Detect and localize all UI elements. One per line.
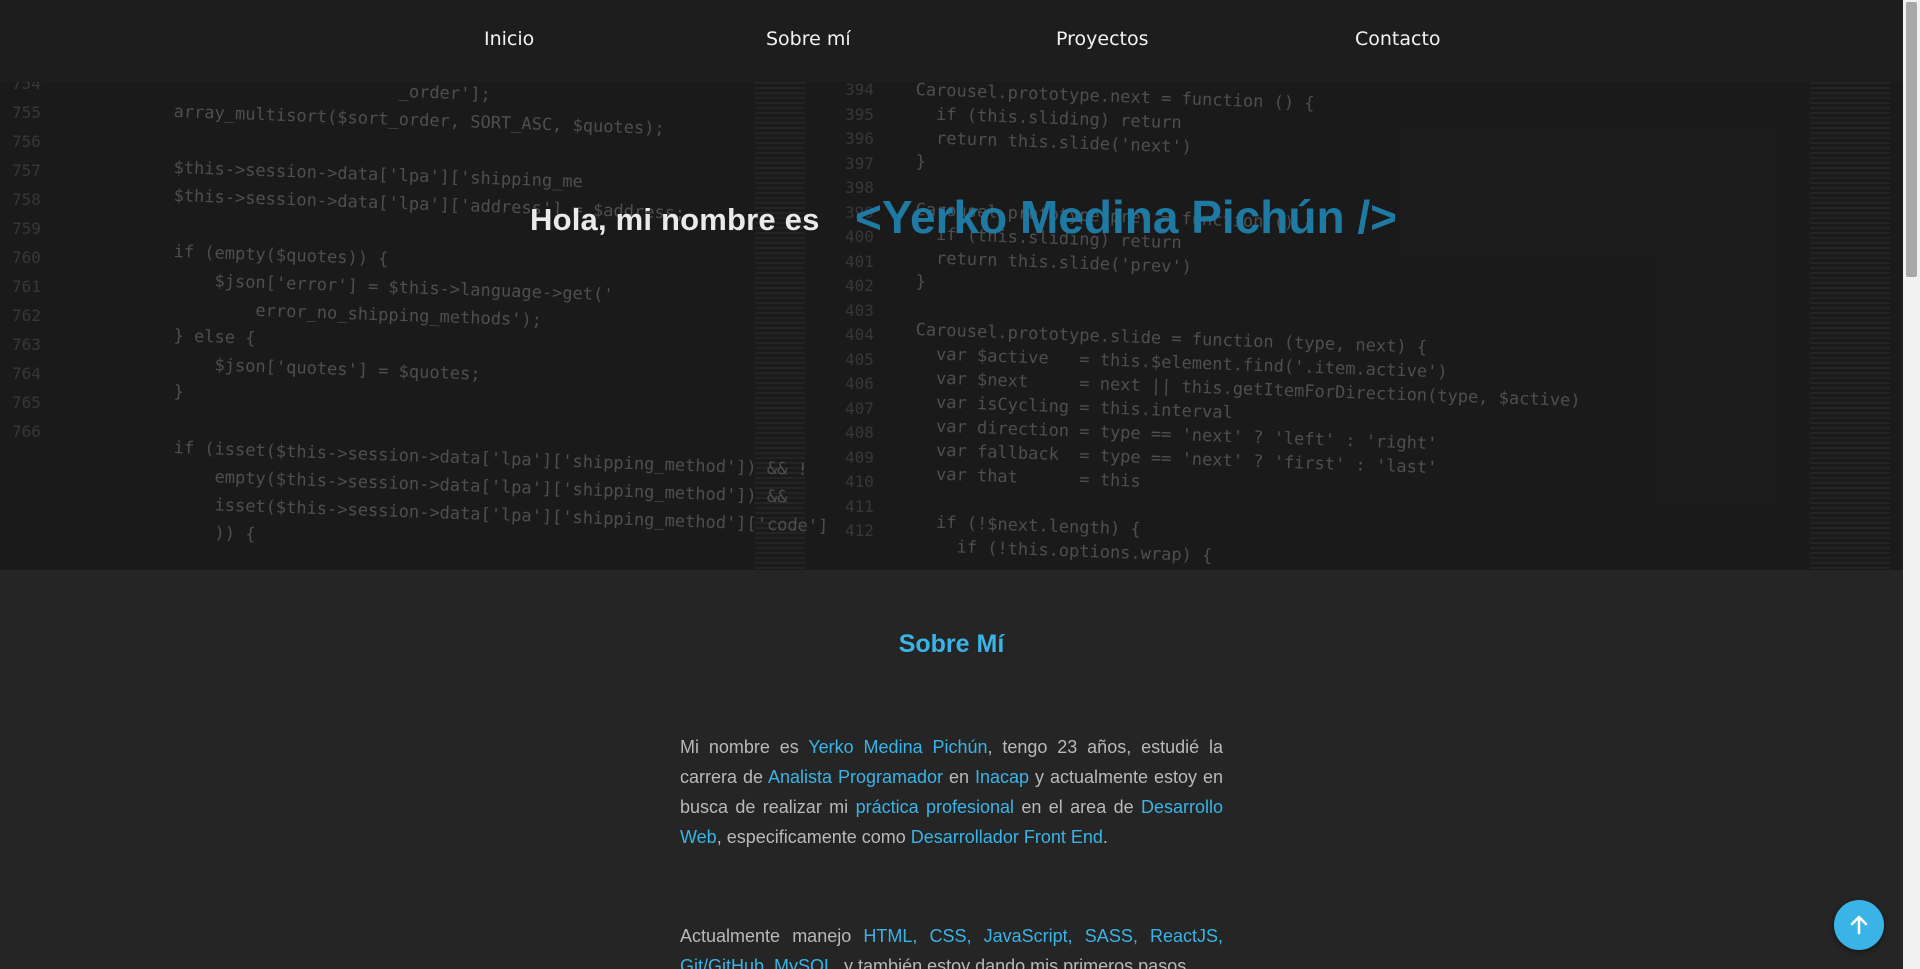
nav-link-inicio[interactable]: Inicio — [484, 28, 534, 50]
hero-overlay — [0, 82, 1903, 570]
highlight-text: Inacap — [975, 767, 1030, 787]
paragraph-text: en el area de — [1014, 797, 1141, 817]
paragraph-text: , y también estoy dando mis primeros pas… — [834, 956, 1187, 969]
highlight-text: Yerko Medina Pichún — [808, 737, 988, 757]
paragraph-text: . — [1102, 827, 1108, 847]
paragraph-text: en — [943, 767, 975, 787]
highlight-text: práctica profesional — [855, 797, 1015, 817]
about-paragraph-1: Mi nombre es Yerko Medina Pichún, tengo … — [680, 732, 1223, 852]
about-paragraph-2: Actualmente manejo HTML, CSS, JavaScript… — [680, 921, 1223, 969]
paragraph-text: , especificamente como — [716, 827, 911, 847]
nav-link-contacto[interactable]: Contacto — [1355, 28, 1441, 50]
paragraph-text: Actualmente manejo — [680, 926, 864, 946]
about-title: Sobre Mí — [898, 630, 1005, 658]
arrow-up-icon — [1850, 915, 1868, 935]
hero-name: <Yerko Medina Pichún /> — [855, 191, 1397, 243]
nav-link-sobre-mi[interactable]: Sobre mí — [766, 28, 851, 50]
page-scrollbar[interactable] — [1903, 0, 1920, 969]
hero-section: _order']; array_multisort($sort_order, SO… — [0, 82, 1903, 570]
scrollbar-thumb[interactable] — [1906, 2, 1917, 277]
navbar: Inicio Sobre mí Proyectos Contacto — [0, 0, 1903, 82]
highlight-text: Desarrollador Front End — [910, 827, 1103, 847]
highlight-text: Analista Programador — [767, 767, 944, 787]
back-to-top-button[interactable] — [1834, 900, 1884, 950]
hero-greeting: Hola, mi nombre es — [530, 202, 820, 237]
nav-link-proyectos[interactable]: Proyectos — [1056, 28, 1149, 50]
paragraph-text: Mi nombre es — [680, 737, 809, 757]
